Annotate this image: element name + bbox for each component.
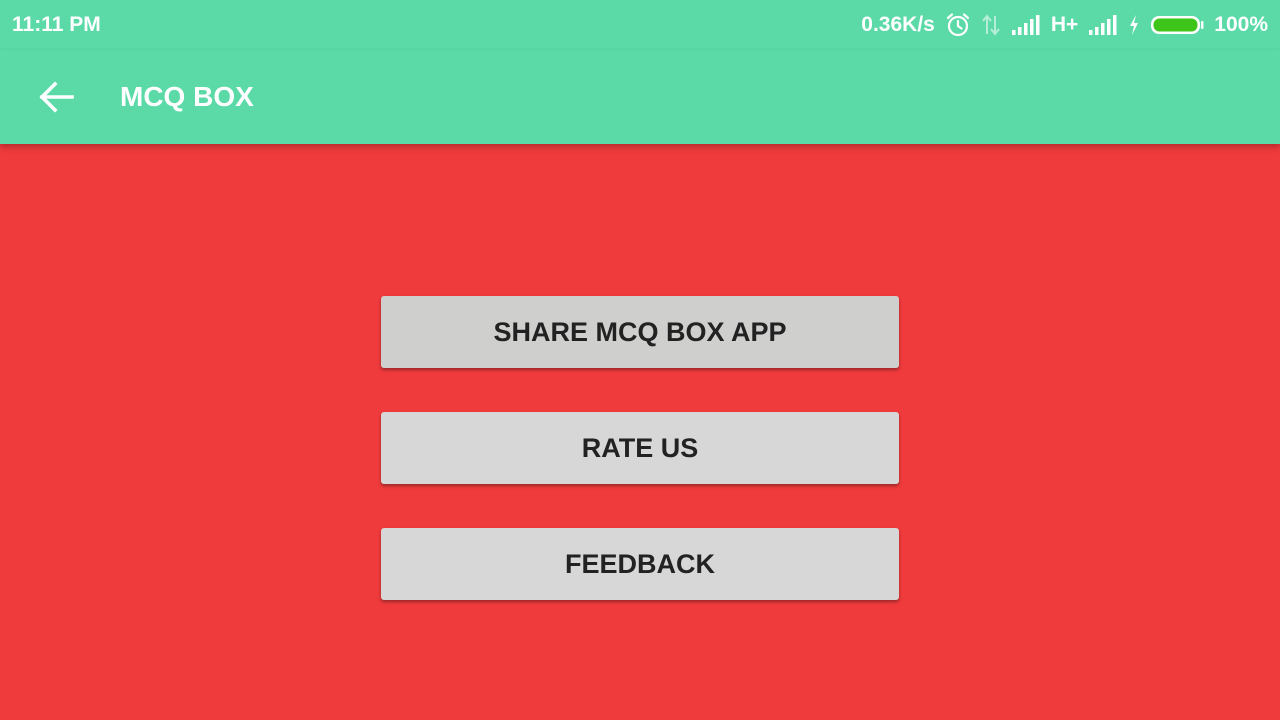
status-bar: 11:11 PM 0.36K/s H+ 100% [0,0,1280,50]
signal-icon [1011,14,1041,36]
network-speed: 0.36K/s [861,13,935,36]
data-transfer-icon [981,13,1001,37]
share-app-button[interactable]: SHARE MCQ BOX APP [381,296,899,368]
signal-icon [1088,14,1118,36]
charging-icon [1128,14,1140,36]
menu-buttons: SHARE MCQ BOX APP RATE US FEEDBACK [381,296,899,644]
back-button[interactable] [28,70,84,124]
app-title: MCQ BOX [120,81,254,112]
arrow-back-icon [38,81,74,113]
status-time: 11:11 PM [12,13,101,36]
app-screen: 11:11 PM 0.36K/s H+ 100% MCQ BOX SHARE M… [0,0,1280,720]
network-type: H+ [1050,13,1079,36]
feedback-button[interactable]: FEEDBACK [381,528,899,600]
app-bar: MCQ BOX [0,50,1280,144]
alarm-icon [945,12,971,38]
battery-icon [1150,14,1204,36]
battery-percent: 100% [1214,13,1268,36]
rate-us-button[interactable]: RATE US [381,412,899,484]
status-icons: 0.36K/s H+ 100% [861,12,1268,38]
